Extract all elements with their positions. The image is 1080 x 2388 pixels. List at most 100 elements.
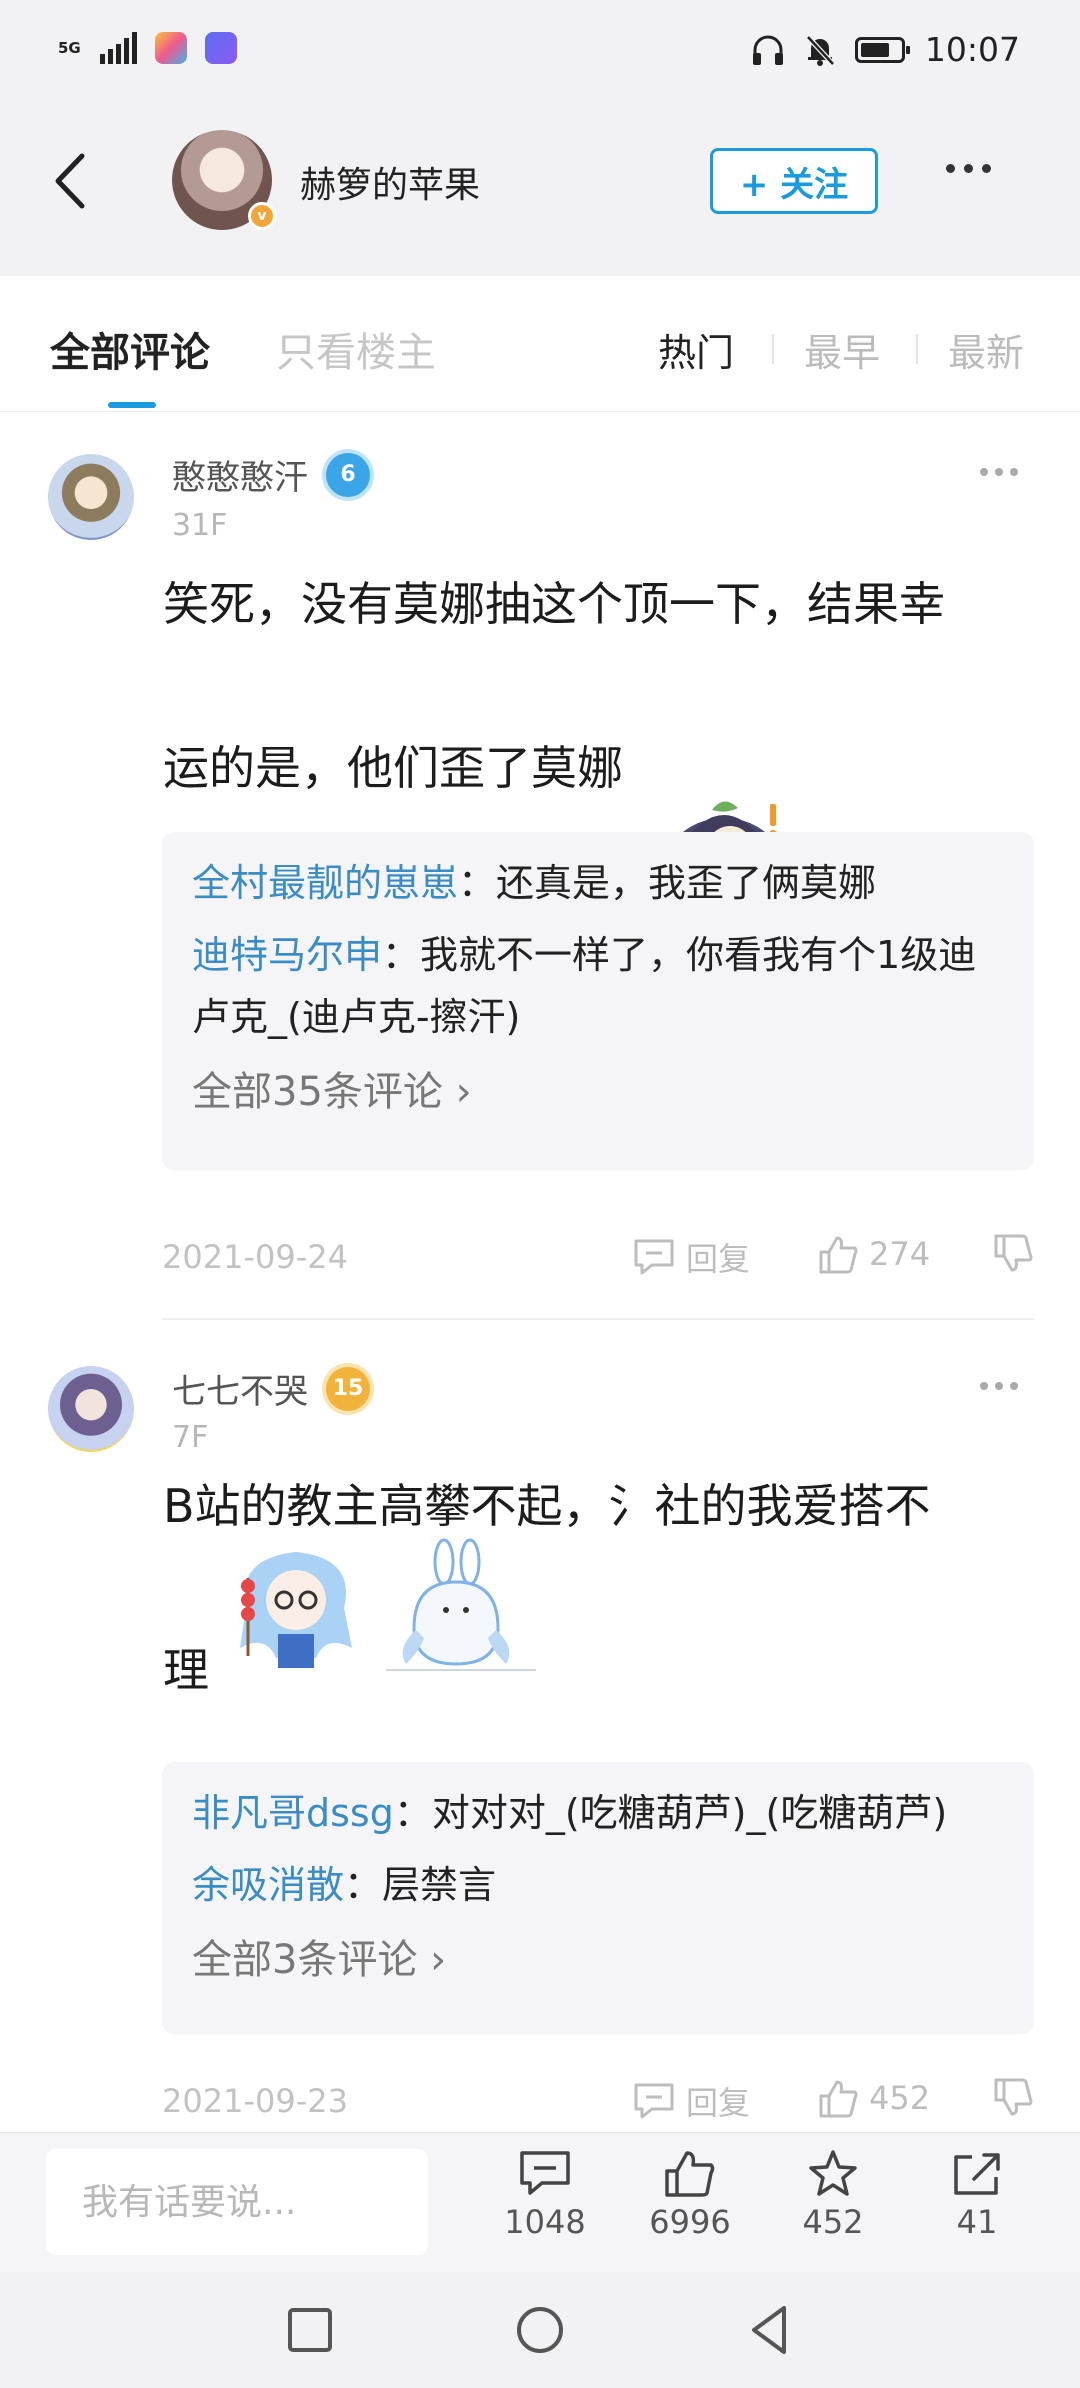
headphone-icon — [752, 35, 783, 65]
signal-icon — [100, 32, 137, 64]
reply-username[interactable]: 余吸消散 — [192, 1863, 344, 1907]
comment-item: 憨憨憨汗 6 31F 笑死，没有莫娜抽这个顶一下，结果幸 运的是，他们歪了莫娜 … — [0, 412, 1080, 1278]
home-icon[interactable] — [508, 2298, 572, 2362]
reply-button[interactable]: 回复 — [632, 1234, 750, 1280]
reply-label: 回复 — [686, 2084, 751, 2122]
comment-text: 笑死，没有莫娜抽这个顶一下，结果幸 运的是，他们歪了莫娜 — [163, 572, 993, 800]
sort-divider — [772, 334, 774, 364]
comment-input[interactable] — [46, 2149, 428, 2255]
thumbs-down-icon — [994, 1234, 1033, 1272]
share-button[interactable]: 41 — [922, 2149, 1032, 2241]
clock: 10:07 — [924, 30, 1020, 69]
reply-preview[interactable]: 非凡哥dssg：对对对_(吃糖葫芦)_(吃糖葫芦) 余吸消散：层禁言 全部3条评… — [162, 1762, 1034, 2034]
verified-badge-icon: v — [248, 202, 276, 230]
network-type: 5G — [58, 39, 81, 57]
reply-username[interactable]: 全村最靓的崽崽 — [192, 861, 458, 905]
comment-username[interactable]: 七七不哭 15 — [172, 1364, 370, 1413]
comment-icon — [520, 2151, 570, 2195]
view-all-replies-link[interactable]: 全部35条评论 › — [192, 1062, 1004, 1122]
reply-text: 还真是，我歪了俩莫娜 — [496, 861, 877, 905]
sort-earliest[interactable]: 最早 — [804, 322, 880, 377]
sort-hot[interactable]: 热门 — [658, 322, 734, 377]
share-icon — [954, 2153, 1000, 2195]
sort-newest[interactable]: 最新 — [948, 322, 1024, 377]
follow-button[interactable]: + 关注 — [710, 148, 878, 214]
reply-item: 非凡哥dssg：对对对_(吃糖葫芦)_(吃糖葫芦) — [192, 1782, 1004, 1844]
post-header: v 赫箩的苹果 + 关注 — [0, 110, 1080, 256]
thumbs-up-icon — [819, 2080, 858, 2118]
active-tab-indicator — [108, 402, 156, 408]
recent-apps-icon[interactable] — [278, 2298, 342, 2362]
comment-footer: 2021-09-24 回复 274 — [162, 1234, 1034, 1284]
floor-number: 7F — [172, 1420, 209, 1455]
back-triangle-icon[interactable] — [738, 2298, 802, 2362]
reply-button[interactable]: 回复 — [632, 2078, 750, 2124]
more-options-icon[interactable] — [946, 164, 991, 173]
user-avatar[interactable] — [48, 454, 134, 540]
comment-input-box[interactable] — [46, 2149, 428, 2255]
comment-more-icon[interactable] — [980, 1382, 1018, 1390]
view-all-label: 全部3条评论 — [192, 1937, 418, 1983]
like-count: 274 — [869, 1235, 931, 1273]
tab-all-comments[interactable]: 全部评论 — [50, 320, 210, 378]
author-name[interactable]: 赫箩的苹果 — [300, 156, 480, 208]
level-badge: 15 — [326, 1366, 370, 1411]
app-icon-blue — [205, 32, 237, 64]
reply-separator: ： — [393, 1791, 432, 1835]
comment-username[interactable]: 憨憨憨汗 6 — [172, 450, 370, 499]
reply-username[interactable]: 迪特马尔申 — [192, 933, 382, 977]
user-avatar[interactable] — [48, 1366, 134, 1452]
username-text: 七七不哭 — [172, 1372, 308, 1412]
comment-date: 2021-09-23 — [162, 2082, 348, 2120]
favorite-button[interactable]: 452 — [778, 2149, 888, 2241]
comments-count-button[interactable]: 1048 — [490, 2149, 600, 2241]
comment-tabs: 全部评论 只看楼主 热门 最早 最新 — [0, 276, 1080, 412]
like-button[interactable]: 452 — [817, 2078, 930, 2118]
view-all-label: 全部35条评论 — [192, 1069, 443, 1115]
mute-icon — [806, 34, 835, 66]
comment-footer: 2021-09-23 回复 452 — [162, 2078, 1034, 2128]
chevron-right-icon: › — [417, 1937, 447, 1983]
level-badge: 6 — [326, 452, 370, 497]
likes-count: 6996 — [649, 2203, 731, 2241]
tab-owner-only[interactable]: 只看楼主 — [276, 320, 436, 378]
reply-preview[interactable]: 全村最靓的崽崽：还真是，我歪了俩莫娜 迪特马尔申：我就不一样了，你看我有个1级迪… — [162, 832, 1034, 1170]
reply-item: 余吸消散：层禁言 — [192, 1854, 1004, 1916]
app-icon-colorful — [155, 32, 187, 64]
sticker-icon — [386, 1538, 536, 1671]
like-post-button[interactable]: 6996 — [635, 2149, 745, 2241]
back-button[interactable] — [44, 146, 104, 216]
comment-date: 2021-09-24 — [162, 1238, 348, 1276]
sticker-icon — [240, 1552, 352, 1668]
like-button[interactable]: 274 — [817, 1234, 930, 1274]
comment-text-line: 笑死，没有莫娜抽这个顶一下，结果幸 — [163, 577, 945, 631]
reply-separator: ： — [344, 1863, 383, 1907]
author-avatar[interactable]: v — [172, 130, 276, 230]
reply-item: 全村最靓的崽崽：还真是，我歪了俩莫娜 — [192, 852, 1004, 914]
reply-item: 迪特马尔申：我就不一样了，你看我有个1级迪卢克_(迪卢克-擦汗) — [192, 924, 1004, 1048]
comments-count: 1048 — [504, 2203, 586, 2241]
thumbs-up-icon — [665, 2151, 715, 2197]
comment-item: 七七不哭 15 7F B站的教主高攀不起，氵社的我爱搭不 理 非凡哥dssg：对… — [0, 1320, 1080, 2132]
dislike-button[interactable] — [992, 1234, 1034, 1274]
reply-icon — [634, 2083, 674, 2119]
comment-more-icon[interactable] — [980, 468, 1018, 476]
reply-text: 对对对_(吃糖葫芦)_(吃糖葫芦) — [431, 1791, 948, 1835]
chevron-left-icon — [55, 153, 85, 209]
thumbs-down-icon — [994, 2078, 1033, 2116]
reply-username[interactable]: 非凡哥dssg — [192, 1791, 394, 1835]
system-nav-bar — [0, 2272, 1080, 2388]
floor-number: 31F — [172, 508, 228, 543]
reply-separator: ： — [458, 861, 497, 905]
dislike-button[interactable] — [992, 2078, 1034, 2118]
favorites-count: 452 — [802, 2203, 864, 2241]
reply-icon — [634, 1239, 674, 1275]
reply-label: 回复 — [686, 1240, 751, 1278]
star-icon — [809, 2150, 857, 2196]
comments-panel: 全部评论 只看楼主 热门 最早 最新 憨憨憨汗 6 31F 笑死，没有莫娜抽这个… — [0, 276, 1080, 2132]
shares-count: 41 — [956, 2203, 998, 2241]
sort-divider — [916, 334, 918, 364]
bottom-action-bar: 1048 6996 452 41 — [0, 2132, 1080, 2272]
view-all-replies-link[interactable]: 全部3条评论 › — [192, 1930, 1004, 1990]
reply-text: 层禁言 — [382, 1863, 497, 1907]
